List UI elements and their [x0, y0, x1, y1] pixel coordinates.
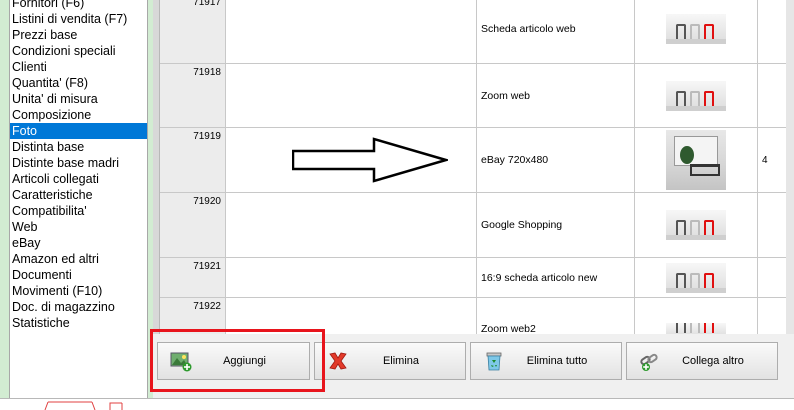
sidebar-item-compatibilita[interactable]: Compatibilita'	[10, 203, 147, 219]
chairs-thumbnail-image	[666, 80, 726, 111]
photo-grid: 71917 Scheda articolo web 71918 Zoom web…	[153, 0, 794, 334]
photo-thumbnail-cell[interactable]	[635, 0, 758, 63]
link-chain-icon	[640, 353, 658, 371]
sidebar-item-documenti[interactable]: Documenti	[10, 267, 147, 283]
table-row[interactable]: 71921 16:9 scheda articolo new	[160, 258, 794, 298]
sidebar-item-web[interactable]: Web	[10, 219, 147, 235]
sidebar: Fornitori (F6) Listini di vendita (F7) P…	[0, 0, 153, 398]
chairs-thumbnail-image	[666, 323, 726, 334]
sidebar-nav-list: Fornitori (F6) Listini di vendita (F7) P…	[9, 0, 148, 398]
sidebar-item-composizione[interactable]: Composizione	[10, 107, 147, 123]
sidebar-item-caratteristiche[interactable]: Caratteristiche	[10, 187, 147, 203]
sidebar-item-statistiche[interactable]: Statistiche	[10, 315, 147, 331]
recycle-bin-icon	[486, 352, 502, 371]
empty-cell	[226, 193, 477, 257]
sidebar-item-prezzi-base[interactable]: Prezzi base	[10, 27, 147, 43]
room-thumbnail-image	[666, 130, 726, 190]
right-arrow-icon	[292, 137, 448, 183]
empty-cell	[226, 64, 477, 127]
sidebar-item-foto[interactable]: Foto	[10, 123, 147, 139]
photo-id-cell: 71917	[160, 0, 226, 63]
photo-name-cell: Scheda articolo web	[477, 0, 635, 63]
photo-name-cell: Zoom web	[477, 64, 635, 127]
photo-name-cell: Google Shopping	[477, 193, 635, 257]
photo-thumbnail-cell[interactable]	[635, 128, 758, 192]
photo-name-cell: eBay 720x480	[477, 128, 635, 192]
sidebar-item-ebay[interactable]: eBay	[10, 235, 147, 251]
sidebar-item-amazon-ed-altri[interactable]: Amazon ed altri	[10, 251, 147, 267]
delete-button[interactable]: Elimina	[314, 342, 466, 380]
sidebar-item-distinte-base-madri[interactable]: Distinte base madri	[10, 155, 147, 171]
sidebar-item-unita-di-misura[interactable]: Unita' di misura	[10, 91, 147, 107]
chairs-thumbnail-image	[666, 13, 726, 44]
empty-cell	[226, 0, 477, 63]
link-other-button[interactable]: Collega altro	[626, 342, 778, 380]
photo-thumbnail-cell[interactable]	[635, 193, 758, 257]
sidebar-item-condizioni-speciali[interactable]: Condizioni speciali	[10, 43, 147, 59]
decoration-marks	[44, 401, 123, 410]
row-header-column	[153, 0, 160, 334]
table-row[interactable]: 71919 eBay 720x480 4	[160, 128, 794, 193]
photo-id-cell: 71921	[160, 258, 226, 297]
photo-name-cell: Zoom web2	[477, 298, 635, 334]
photo-thumbnail-cell[interactable]	[635, 258, 758, 297]
photo-thumbnail-cell[interactable]	[635, 64, 758, 127]
table-row[interactable]: 71920 Google Shopping	[160, 193, 794, 258]
sidebar-item-clienti[interactable]: Clienti	[10, 59, 147, 75]
sidebar-item-listini-di-vendita[interactable]: Listini di vendita (F7)	[10, 11, 147, 27]
highlight-box	[150, 329, 325, 392]
table-row[interactable]: 71918 Zoom web	[160, 64, 794, 128]
photo-name-cell: 16:9 scheda articolo new	[477, 258, 635, 297]
sidebar-item-articoli-collegati[interactable]: Articoli collegati	[10, 171, 147, 187]
table-row[interactable]: 71917 Scheda articolo web	[160, 0, 794, 64]
delete-all-button[interactable]: Elimina tutto	[470, 342, 622, 380]
photo-thumbnail-cell[interactable]	[635, 298, 758, 334]
photo-id-cell: 71919	[160, 128, 226, 192]
delete-x-icon	[329, 352, 347, 370]
vertical-scrollbar[interactable]	[786, 0, 794, 334]
sidebar-item-quantita[interactable]: Quantita' (F8)	[10, 75, 147, 91]
photo-id-cell: 71918	[160, 64, 226, 127]
photo-id-cell: 71920	[160, 193, 226, 257]
chairs-thumbnail-image	[666, 262, 726, 293]
chairs-thumbnail-image	[666, 210, 726, 240]
sidebar-item-fornitori[interactable]: Fornitori (F6)	[10, 0, 147, 11]
sidebar-item-distinta-base[interactable]: Distinta base	[10, 139, 147, 155]
empty-cell	[226, 258, 477, 297]
sidebar-item-doc-di-magazzino[interactable]: Doc. di magazzino	[10, 299, 147, 315]
sidebar-item-movimenti[interactable]: Movimenti (F10)	[10, 283, 147, 299]
